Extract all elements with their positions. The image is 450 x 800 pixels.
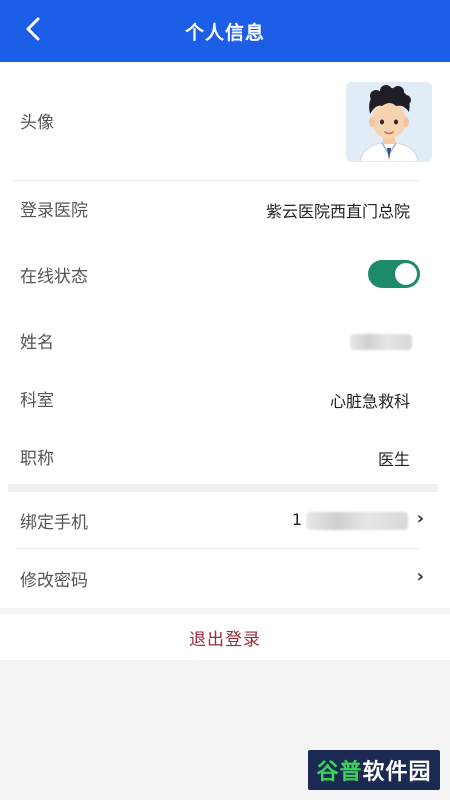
online-status-label: 在线状态 xyxy=(20,267,88,287)
avatar[interactable] xyxy=(346,82,432,162)
watermark-text: 谷普软件园 xyxy=(316,760,432,785)
back-button[interactable] xyxy=(18,14,48,44)
name-row: 姓名 xyxy=(0,314,450,370)
top-bar: 个人信息 xyxy=(0,0,450,62)
online-status-toggle[interactable] xyxy=(368,260,420,288)
department-value: 心脏急救科 xyxy=(329,392,410,411)
department-row: 科室 心脏急救科 xyxy=(0,372,450,428)
department-label: 科室 xyxy=(20,391,54,411)
phone-row[interactable]: 绑定手机 1 › xyxy=(0,492,450,548)
online-status-row: 在线状态 xyxy=(0,248,450,304)
name-label: 姓名 xyxy=(20,333,54,353)
hospital-row: 登录医院 紫云医院西直门总院 xyxy=(0,180,450,236)
job-title-value: 医生 xyxy=(377,450,410,469)
phone-value-prefix: 1 xyxy=(291,510,302,529)
phone-value-redacted xyxy=(306,512,408,530)
divider xyxy=(16,548,420,549)
chevron-right-icon: › xyxy=(416,566,424,587)
toggle-knob xyxy=(395,263,417,285)
password-label: 修改密码 xyxy=(20,571,88,591)
chevron-left-icon xyxy=(26,17,40,41)
logout-button[interactable]: 退出登录 xyxy=(0,614,450,660)
watermark-logo: 谷普软件园 xyxy=(308,750,440,790)
hospital-value: 紫云医院西直门总院 xyxy=(265,202,410,221)
logout-label: 退出登录 xyxy=(189,629,261,650)
profile-card: 头像 登录医院 紫云医院西直门总院 在线状态 姓名 科室 心脏急救科 职称 医生… xyxy=(0,62,450,608)
page-title: 个人信息 xyxy=(184,21,265,44)
title-row: 职称 医生 xyxy=(0,430,450,486)
doctor-avatar-icon xyxy=(346,82,432,162)
avatar-row[interactable]: 头像 xyxy=(0,62,450,180)
hospital-label: 登录医院 xyxy=(20,201,88,221)
job-title-label: 职称 xyxy=(20,449,54,469)
password-row[interactable]: 修改密码 › xyxy=(0,550,450,606)
phone-label: 绑定手机 xyxy=(20,513,88,533)
name-value-redacted xyxy=(350,334,412,350)
chevron-right-icon: › xyxy=(416,508,424,529)
avatar-label: 头像 xyxy=(20,113,54,133)
section-divider xyxy=(8,484,438,492)
